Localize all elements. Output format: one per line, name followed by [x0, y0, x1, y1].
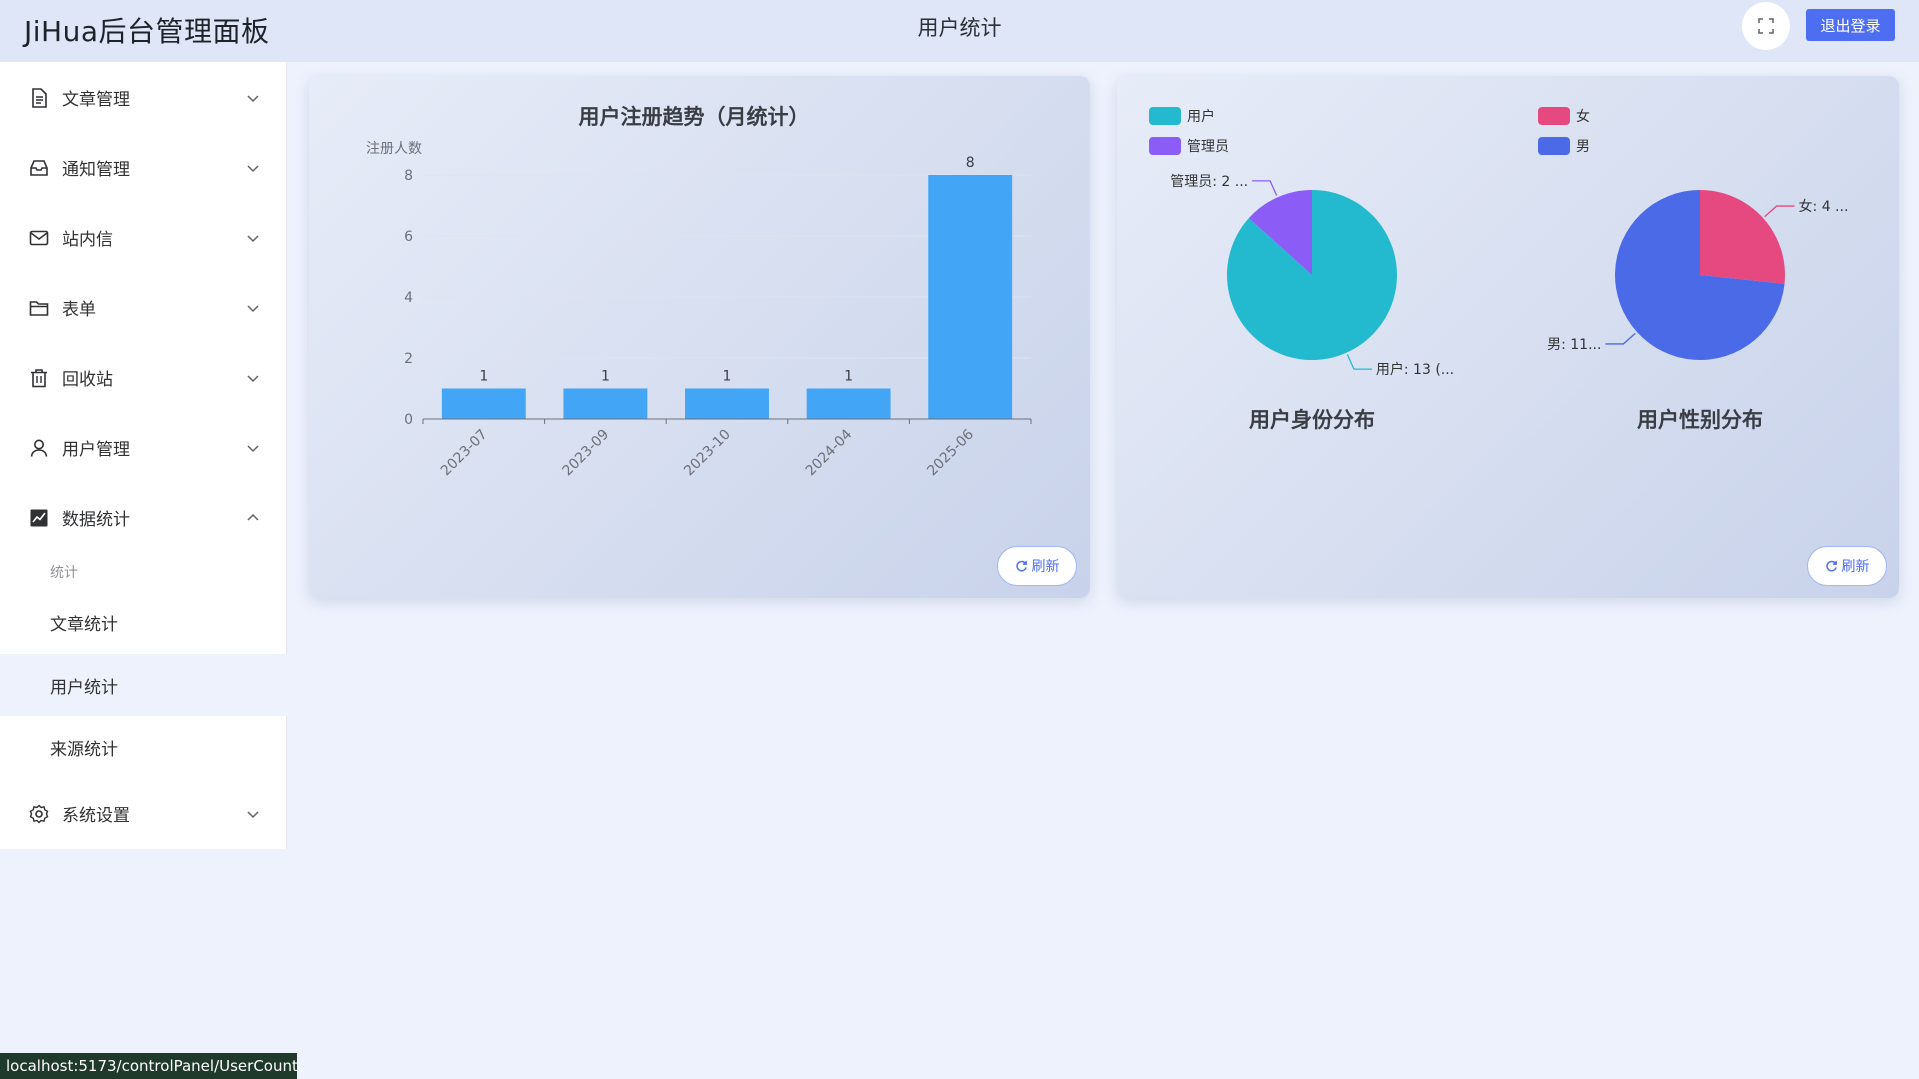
bar[interactable] — [441, 388, 526, 420]
x-tick-label: 2024-04 — [803, 426, 856, 479]
sidebar-item-article-management[interactable]: 文章管理 — [0, 69, 287, 125]
refresh-icon — [1825, 560, 1837, 571]
chevron-up-icon — [247, 513, 259, 521]
x-tick-label: 2023-09 — [560, 427, 613, 480]
legend-label: 管理员 — [1187, 139, 1229, 155]
mail-icon — [29, 230, 49, 246]
logout-button[interactable]: 退出登录 — [1806, 9, 1895, 41]
refresh-icon — [1015, 560, 1027, 571]
chart-icon — [30, 509, 48, 527]
fullscreen-icon — [1758, 18, 1774, 34]
sidebar-subitem-label: 来源统计 — [50, 739, 118, 760]
y-tick-label: 2 — [404, 351, 413, 367]
chevron-down-icon — [247, 165, 259, 173]
legend-swatch[interactable] — [1149, 137, 1181, 155]
gear-icon — [29, 804, 49, 824]
sidebar-item-label: 用户管理 — [62, 439, 130, 460]
y-tick-label: 4 — [404, 290, 413, 306]
registration-trend-card: 用户注册趋势（月统计） 注册人数 1 1 1 1 8 0 2 4 6 8 2023-07 2023-… — [309, 76, 1090, 598]
trash-icon — [31, 369, 47, 388]
refresh-button[interactable]: 刷新 — [997, 546, 1077, 586]
sidebar-subitem-label: 文章统计 — [50, 614, 118, 635]
inbox-icon — [30, 160, 48, 176]
y-tick-label: 8 — [404, 168, 413, 184]
bar[interactable] — [806, 388, 891, 420]
sidebar-subitem-article-stats[interactable]: 文章统计 — [0, 591, 287, 653]
bar[interactable] — [928, 175, 1013, 419]
chart-title: 用户注册趋势（月统计） — [579, 105, 810, 129]
sidebar-item-notice-management[interactable]: 通知管理 — [0, 139, 287, 195]
pie-slice[interactable] — [1700, 190, 1785, 284]
user-distribution-card: 用户管理员 女男 用户: 13 (... 管理员: 2 ... 女: 4 ... 男… — [1117, 76, 1899, 598]
sidebar-item-label: 站内信 — [62, 229, 113, 250]
sidebar-item-recycle-bin[interactable]: 回收站 — [0, 349, 287, 405]
pie-slice-label: 女: 4 ... — [1799, 198, 1849, 215]
pie-slice-label: 管理员: 2 ... — [1170, 174, 1248, 190]
x-tick-label: 2023-07 — [438, 427, 491, 480]
page-title: 用户统计 — [917, 16, 1002, 40]
chart-title: 用户身份分布 — [1249, 408, 1375, 432]
sidebar-item-label: 系统设置 — [62, 805, 130, 826]
sidebar-subitem-user-stats[interactable]: 用户统计 — [0, 654, 287, 716]
refresh-label: 刷新 — [1031, 559, 1060, 575]
stats-group-label: 统计 — [50, 565, 78, 581]
bar-data-label: 1 — [601, 369, 610, 385]
x-tick-label: 2025-06 — [924, 426, 977, 479]
status-bar-url: localhost:5173/controlPanel/UserCount — [0, 1053, 298, 1079]
bar[interactable] — [563, 388, 648, 420]
x-tick-label: 2023-10 — [681, 427, 734, 480]
y-tick-label: 6 — [404, 229, 413, 245]
bar-data-label: 1 — [723, 369, 732, 385]
sidebar-item-system-settings[interactable]: 系统设置 — [0, 785, 287, 841]
legend-swatch[interactable] — [1149, 107, 1181, 125]
chevron-down-icon — [247, 811, 259, 819]
sidebar-item-label: 通知管理 — [62, 159, 130, 180]
sidebar-item-label: 表单 — [62, 299, 96, 320]
user-icon — [30, 439, 48, 457]
y-tick-label: 0 — [404, 412, 413, 428]
fullscreen-button[interactable] — [1742, 2, 1790, 50]
refresh-label: 刷新 — [1841, 559, 1870, 575]
sidebar-item-site-message[interactable]: 站内信 — [0, 209, 287, 265]
pie-label-line — [1605, 332, 1636, 345]
pie-label-line — [1252, 180, 1278, 196]
chevron-down-icon — [247, 95, 259, 103]
sidebar-item-label: 文章管理 — [62, 89, 130, 110]
chevron-down-icon — [247, 375, 259, 383]
sidebar-subitem-source-stats[interactable]: 来源统计 — [0, 716, 287, 778]
bar[interactable] — [685, 388, 769, 420]
chevron-down-icon — [247, 445, 259, 453]
sidebar-item-label: 回收站 — [62, 369, 113, 390]
sidebar-subitem-label: 用户统计 — [50, 677, 118, 698]
legend-swatch[interactable] — [1538, 107, 1570, 125]
sidebar: 文章管理 通知管理 站内信 表单 回收站 用户管理 数据统计 统计 文章统计 用… — [0, 62, 287, 849]
top-header: JiHua后台管理面板 用户统计 退出登录 — [0, 0, 1919, 62]
pie-slice-label: 用户: 13 (... — [1376, 361, 1454, 378]
refresh-button[interactable]: 刷新 — [1807, 546, 1887, 586]
bar-data-label: 8 — [966, 155, 975, 171]
pie-label-line — [1346, 354, 1372, 370]
sidebar-item-user-management[interactable]: 用户管理 — [0, 419, 287, 475]
folder-icon — [29, 301, 49, 316]
document-icon — [32, 88, 47, 108]
sidebar-item-label: 数据统计 — [62, 509, 130, 530]
pie-slice-label: 男: 11... — [1547, 337, 1601, 353]
legend-label: 用户 — [1187, 108, 1215, 125]
sidebar-item-data-statistics[interactable]: 数据统计 — [0, 489, 287, 545]
bar-data-label: 1 — [479, 369, 488, 385]
sidebar-item-form[interactable]: 表单 — [0, 279, 287, 335]
bar-data-label: 1 — [844, 369, 853, 385]
distribution-pie-charts: 用户管理员 女男 用户: 13 (... 管理员: 2 ... 女: 4 ... 男… — [1149, 107, 1849, 432]
legend-swatch[interactable] — [1538, 137, 1570, 155]
legend-label: 男 — [1576, 139, 1590, 155]
legend-label: 女 — [1576, 108, 1590, 125]
chart-title: 用户性别分布 — [1637, 408, 1763, 432]
registration-bar-chart: 用户注册趋势（月统计） 注册人数 1 1 1 1 8 0 2 4 6 8 2023-07 2023-… — [366, 105, 1032, 480]
pie-label-line — [1764, 205, 1795, 218]
y-axis-label: 注册人数 — [366, 141, 422, 157]
chevron-down-icon — [247, 235, 259, 243]
chevron-down-icon — [247, 305, 259, 313]
